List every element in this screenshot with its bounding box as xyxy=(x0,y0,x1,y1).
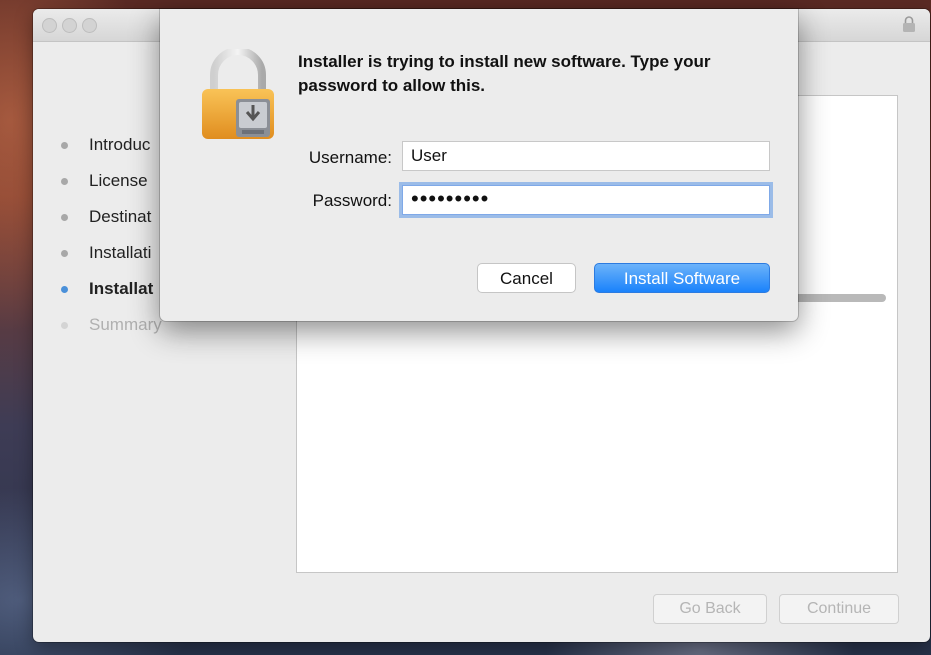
install-software-button[interactable]: Install Software xyxy=(594,263,770,293)
padlock-installer-icon xyxy=(202,49,274,139)
step-label: License xyxy=(89,171,148,190)
step-indicator-dot xyxy=(61,286,68,293)
step-label: Installat xyxy=(89,279,154,298)
step-label: Summary xyxy=(89,315,162,334)
password-label: Password: xyxy=(312,191,392,210)
password-field[interactable]: ••••••••• xyxy=(402,185,770,215)
close-window-button[interactable] xyxy=(42,18,57,33)
zoom-window-button[interactable] xyxy=(82,18,97,33)
step-indicator-dot xyxy=(61,322,68,329)
step-label: Introduc xyxy=(89,135,151,154)
username-label: Username: xyxy=(308,148,392,167)
step-label: Installati xyxy=(89,243,152,262)
step-indicator-dot xyxy=(61,214,68,221)
authentication-sheet: Installer is trying to install new softw… xyxy=(160,9,798,321)
step-label: Destinat xyxy=(89,207,152,226)
step-indicator-dot xyxy=(61,142,68,149)
step-indicator-dot xyxy=(61,250,68,257)
username-field[interactable]: User xyxy=(402,141,770,171)
continue-button[interactable]: Continue xyxy=(779,594,899,624)
go-back-button[interactable]: Go Back xyxy=(653,594,767,624)
auth-message: Installer is trying to install new softw… xyxy=(298,52,711,95)
padlock-icon xyxy=(903,16,915,32)
cancel-button[interactable]: Cancel xyxy=(477,263,576,293)
minimize-window-button[interactable] xyxy=(62,18,77,33)
step-indicator-dot xyxy=(61,178,68,185)
